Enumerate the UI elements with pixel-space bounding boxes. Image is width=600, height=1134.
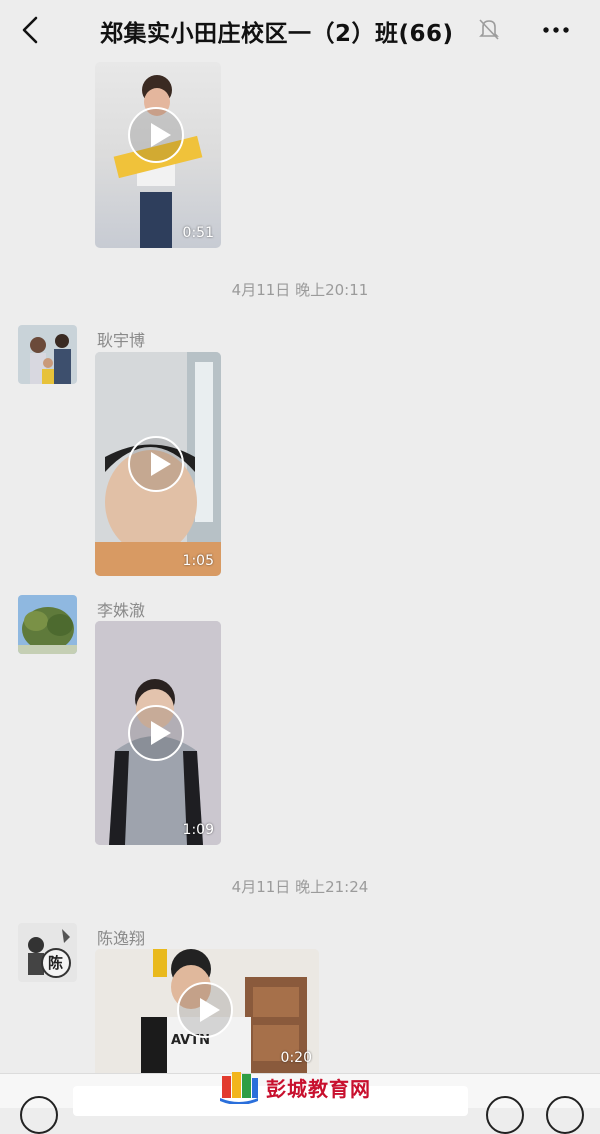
sender-name: 李姝澈 — [97, 601, 146, 620]
watermark-text: 彭城教育网 — [266, 1076, 371, 1101]
avatar-image — [18, 595, 77, 654]
chat-title: 郑集实小田庄校区一（2）班(66) — [100, 21, 454, 47]
play-icon — [128, 436, 184, 492]
sender-name: 耿宇博 — [97, 331, 146, 350]
chat-header: 郑集实小田庄校区一（2）班(66) — [0, 0, 600, 60]
video-duration: 1:09 — [182, 822, 214, 838]
video-message[interactable]: 1:05 — [95, 352, 221, 576]
play-icon — [177, 982, 233, 1038]
avatar-text: 陈 — [48, 954, 64, 972]
chevron-left-icon[interactable] — [18, 14, 44, 46]
video-duration: 0:51 — [182, 225, 214, 241]
voice-icon[interactable] — [20, 1096, 58, 1134]
sender-name: 陈逸翔 — [97, 929, 146, 948]
plus-icon[interactable] — [546, 1096, 584, 1134]
book-logo-icon — [220, 1072, 258, 1104]
play-icon — [128, 705, 184, 761]
play-icon — [128, 107, 184, 163]
chat-timestamp: 4月11日 晚上21:24 — [231, 878, 369, 896]
video-duration: 1:05 — [182, 553, 214, 569]
video-message[interactable]: 1:09 — [95, 621, 221, 845]
emoji-icon[interactable] — [486, 1096, 524, 1134]
avatar[interactable]: 陈 — [18, 923, 77, 982]
video-duration: 0:20 — [280, 1050, 312, 1066]
video-message[interactable]: 0:51 — [95, 62, 221, 248]
video-message[interactable]: AVTN 0:20 — [95, 949, 319, 1073]
avatar[interactable] — [18, 325, 77, 384]
chat-timestamp: 4月11日 晚上20:11 — [231, 281, 369, 299]
bell-off-icon — [479, 19, 499, 40]
avatar[interactable] — [18, 595, 77, 654]
watermark: 彭城教育网 — [218, 1068, 371, 1106]
more-dots-icon[interactable] — [541, 20, 571, 40]
avatar-image — [18, 325, 77, 384]
